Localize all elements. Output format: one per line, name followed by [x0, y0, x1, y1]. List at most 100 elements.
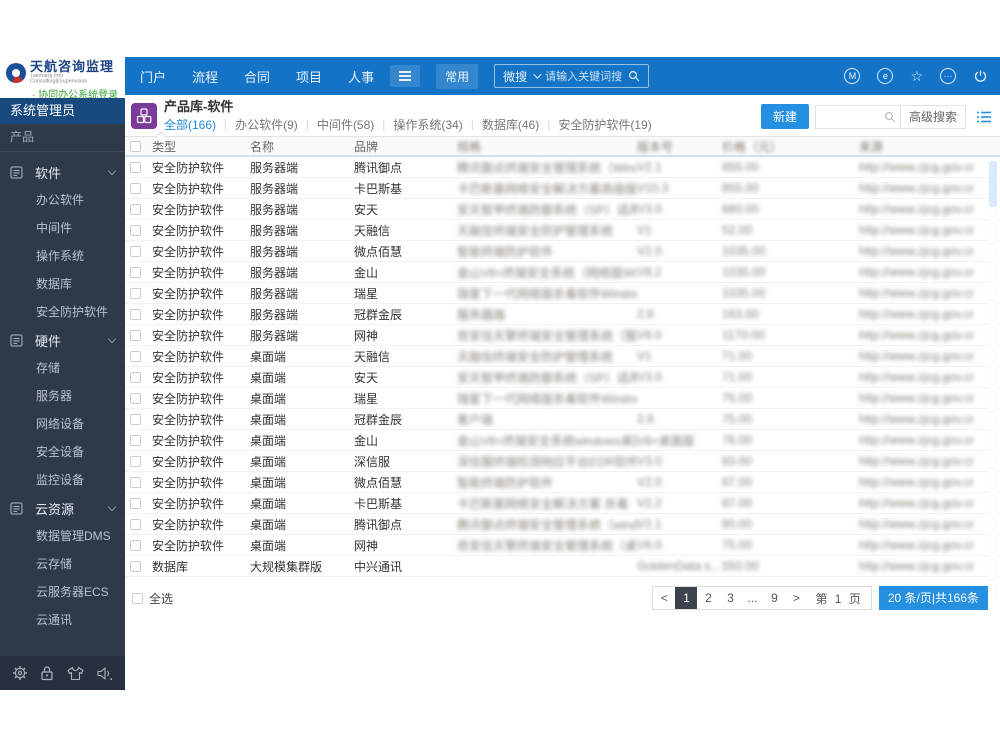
column-type[interactable]: 类型	[152, 138, 250, 155]
sidebar-item-cloud-storage[interactable]: 云存储	[0, 550, 125, 578]
sidebar-item-security-software[interactable]: 安全防护软件	[0, 298, 125, 326]
table-row[interactable]: 安全防护软件 桌面端 冠群金辰 客户端 2.8 75.00 http://www…	[125, 409, 1000, 430]
global-search-bar[interactable]: 微搜 请输入关键词搜	[494, 64, 650, 88]
theme-shirt-icon[interactable]	[67, 666, 84, 681]
sidebar-item-os[interactable]: 操作系统	[0, 242, 125, 270]
select-all-control[interactable]: 全选	[132, 590, 173, 607]
row-checkbox[interactable]	[130, 477, 141, 489]
table-row[interactable]: 安全防护软件 服务器端 网神 奇安信天擎终端安全管理系统（服务器端） V6.0 …	[125, 325, 1000, 346]
table-row[interactable]: 安全防护软件 桌面端 卡巴斯基 卡巴斯基网络安全解决方案 杀毒（标准版）- KL…	[125, 493, 1000, 514]
row-checkbox[interactable]	[130, 414, 141, 426]
next-page-button[interactable]: >	[785, 587, 807, 609]
tab-middleware[interactable]: 中间件(58)	[317, 116, 374, 133]
table-row[interactable]: 安全防护软件 桌面端 瑞星 瑞星下一代网络版杀毒软件Windows桌面版 75.…	[125, 388, 1000, 409]
table-row[interactable]: 安全防护软件 服务器端 天融信 天融信终端安全防护管理系统 V1 52.00 h…	[125, 220, 1000, 241]
nav-item-portal[interactable]: 门户	[140, 67, 166, 86]
row-checkbox[interactable]	[130, 162, 141, 174]
search-icon[interactable]	[884, 111, 896, 123]
row-checkbox[interactable]	[130, 309, 141, 321]
chat-icon[interactable]: e	[877, 68, 894, 84]
table-row[interactable]: 安全防护软件 服务器端 冠群金辰 服务器端 2.8 163.00 http://…	[125, 304, 1000, 325]
sidebar-item-server[interactable]: 服务器	[0, 382, 125, 410]
nav-item-hr[interactable]: 人事	[348, 67, 374, 86]
tab-all[interactable]: 全部(166)	[164, 116, 216, 133]
page-button-1[interactable]: 1	[675, 587, 698, 609]
wesearch-label[interactable]: 微搜	[503, 68, 527, 85]
table-row[interactable]: 安全防护软件 服务器端 金山 金山V8+终端安全系统（网络版Windows服务器…	[125, 262, 1000, 283]
table-row[interactable]: 安全防护软件 桌面端 金山 金山V8+终端安全系统windows桌面版 V8+桌…	[125, 430, 1000, 451]
lock-icon[interactable]	[40, 665, 54, 681]
nav-item-process[interactable]: 流程	[192, 67, 218, 86]
tab-security-software[interactable]: 安全防护软件(19)	[558, 116, 651, 133]
page-size-info[interactable]: 20 条/页|共166条	[878, 586, 988, 610]
row-checkbox[interactable]	[130, 498, 141, 510]
nav-item-project[interactable]: 项目	[296, 67, 322, 86]
table-row[interactable]: 安全防护软件 服务器端 微点佰慧 智能终端防护软件 V2.0 1035.00 h…	[125, 241, 1000, 262]
sidebar-item-network-device[interactable]: 网络设备	[0, 410, 125, 438]
menu-toggle-button[interactable]	[390, 65, 421, 87]
row-checkbox[interactable]	[130, 351, 141, 363]
sidebar-item-office-software[interactable]: 办公软件	[0, 186, 125, 214]
table-row[interactable]: 安全防护软件 桌面端 天融信 天融信终端安全防护管理系统 V1 71.00 ht…	[125, 346, 1000, 367]
select-all-checkbox[interactable]	[130, 141, 141, 153]
tab-os[interactable]: 操作系统(34)	[393, 116, 462, 133]
row-checkbox[interactable]	[130, 330, 141, 342]
row-checkbox[interactable]	[130, 183, 141, 195]
table-row[interactable]: 安全防护软件 桌面端 网神 奇安信天擎终端安全管理系统（桌面端） V6.0 75…	[125, 535, 1000, 556]
sidebar-section-cloud[interactable]: 云资源	[0, 494, 125, 522]
row-checkbox[interactable]	[130, 393, 141, 405]
search-input[interactable]: 请输入关键词搜	[545, 68, 622, 84]
sidebar-item-security-device[interactable]: 安全设备	[0, 438, 125, 466]
page-button-3[interactable]: 3	[719, 587, 741, 609]
column-source[interactable]: 来源	[859, 138, 974, 155]
table-row[interactable]: 安全防护软件 服务器端 卡巴斯基 卡巴斯基网络安全解决方案高级版 防毒墙 V10…	[125, 178, 1000, 199]
new-button[interactable]: 新建	[760, 104, 809, 129]
power-icon[interactable]	[973, 69, 988, 84]
row-checkbox[interactable]	[130, 204, 141, 216]
select-all-checkbox[interactable]	[132, 592, 143, 604]
row-checkbox[interactable]	[130, 267, 141, 279]
row-checkbox[interactable]	[130, 519, 141, 531]
common-apps-button[interactable]: 常用	[436, 63, 479, 89]
table-row[interactable]: 安全防护软件 桌面端 安天 安天智甲终端防御系统（SP）适用版 V3.0 71.…	[125, 367, 1000, 388]
page-button-9[interactable]: 9	[763, 587, 785, 609]
sidebar-section-hardware[interactable]: 硬件	[0, 326, 125, 354]
tab-database[interactable]: 数据库(46)	[482, 116, 539, 133]
sidebar-item-cloud-comm[interactable]: 云通讯	[0, 606, 125, 634]
advanced-search-button[interactable]: 高级搜索	[899, 104, 965, 129]
row-checkbox[interactable]	[130, 435, 141, 447]
row-checkbox[interactable]	[130, 288, 141, 300]
table-row[interactable]: 安全防护软件 桌面端 微点佰慧 智能终端防护软件 V2.0 87.00 http…	[125, 472, 1000, 493]
row-checkbox[interactable]	[130, 246, 141, 258]
table-row[interactable]: 安全防护软件 服务器端 安天 安天智甲终端防御系统（SP）适用版 V3.0 68…	[125, 199, 1000, 220]
nav-item-contract[interactable]: 合同	[244, 67, 270, 86]
sidebar-item-middleware[interactable]: 中间件	[0, 214, 125, 242]
column-spec[interactable]: 规格	[457, 138, 637, 155]
prev-page-button[interactable]: <	[653, 587, 675, 609]
table-scrollbar[interactable]	[988, 160, 998, 600]
column-price[interactable]: 价格（元）	[722, 138, 859, 155]
more-icon[interactable]: ···	[940, 68, 956, 84]
row-checkbox[interactable]	[130, 456, 141, 468]
column-brand[interactable]: 品牌	[354, 138, 457, 155]
page-button-2[interactable]: 2	[697, 587, 719, 609]
settings-gear-icon[interactable]	[12, 665, 28, 681]
sidebar-item-storage[interactable]: 存储	[0, 354, 125, 382]
row-checkbox[interactable]	[130, 225, 141, 237]
row-checkbox[interactable]	[130, 561, 141, 573]
sidebar-item-dms[interactable]: 数据管理DMS	[0, 522, 125, 550]
table-row[interactable]: 安全防护软件 服务器端 瑞星 瑞星下一代网络版杀毒软件Windows服务器版 1…	[125, 283, 1000, 304]
table-row[interactable]: 安全防护软件 服务器端 腾讯御点 腾讯御点终端安全管理系统（Windows版） …	[125, 157, 1000, 178]
scrollbar-thumb[interactable]	[989, 161, 997, 207]
table-row[interactable]: 安全防护软件 桌面端 腾讯御点 腾讯御点终端安全管理系统（windows版）V2…	[125, 514, 1000, 535]
row-checkbox[interactable]	[130, 540, 141, 552]
sidebar-item-monitor-device[interactable]: 监控设备	[0, 466, 125, 494]
column-name[interactable]: 名称	[250, 138, 354, 155]
sidebar-section-software[interactable]: 软件	[0, 158, 125, 186]
search-icon[interactable]	[628, 70, 640, 82]
sidebar-item-database[interactable]: 数据库	[0, 270, 125, 298]
table-row[interactable]: 数据库 大规模集群版 中兴通讯 GoldenData s... 550.00 h…	[125, 556, 1000, 577]
sound-speaker-icon[interactable]	[96, 666, 113, 681]
page-jump[interactable]: 第 1 页	[807, 590, 870, 607]
message-m-icon[interactable]: M	[844, 68, 861, 84]
